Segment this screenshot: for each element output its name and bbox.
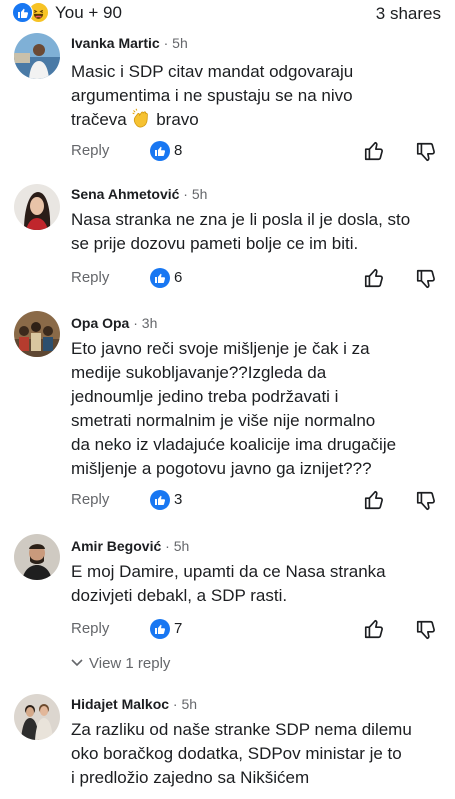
comment-text: Za razliku od naše stranke SDP nema dile… (71, 718, 447, 790)
comment-line: E moj Damire, upamti da ce Nasa stranka (71, 562, 386, 581)
like-icon (150, 141, 170, 161)
comment-line: mišljenje a pogotovu javno ga iznijet??? (71, 459, 372, 478)
avatar[interactable] (14, 694, 60, 740)
comment-line: i predložio zajedno sa Nikšićem (71, 768, 310, 787)
comment-text: E moj Damire, upamti da ce Nasa stranka … (71, 560, 447, 608)
like-count: 6 (174, 269, 183, 286)
comment-line: Eto javno reči svoje mišljenje je čak i … (71, 339, 370, 358)
comment-line: da neko iz vladajuće koalicije ima druga… (71, 435, 397, 454)
upvote-button[interactable] (363, 489, 385, 511)
shares-count[interactable]: 3 shares (376, 3, 441, 24)
upvote-button[interactable] (363, 140, 385, 162)
comment-line: smetrati normalnim je više nije normalno (71, 411, 376, 430)
avatar[interactable] (14, 311, 60, 357)
comment-line: tračeva bravo (71, 108, 447, 132)
like-count: 7 (174, 620, 183, 637)
comment-header: Opa Opa · 3h (71, 314, 157, 332)
comment-actions: Reply 7 (71, 618, 447, 642)
comment-header: Hidajet Malkoc · 5h (71, 695, 197, 713)
comment-line: Masic i SDP citav mandat odgovaraju (71, 62, 354, 81)
reaction-count: You + 90 (55, 3, 122, 22)
reply-button[interactable]: Reply (71, 620, 109, 637)
comment-time: · 3h (129, 315, 158, 331)
reaction-summary[interactable]: You + 90 (12, 2, 122, 23)
comment-line: argumentima i ne spustaju se na nivo (71, 86, 353, 105)
comment-line: jednoumlje jedino treba podržavati i (71, 387, 339, 406)
commenter-name[interactable]: Ivanka Martic (71, 35, 160, 51)
commenter-name[interactable]: Hidajet Malkoc (71, 696, 169, 712)
avatar[interactable] (14, 184, 60, 230)
like-icon (150, 619, 170, 639)
comment-line: Za razliku od naše stranke SDP nema dile… (71, 720, 412, 739)
comment-actions: Reply 6 (71, 267, 447, 291)
comment-header: Amir Begović · 5h (71, 537, 189, 555)
clapping-hands-icon (132, 108, 149, 128)
comment-time: · 5h (161, 538, 190, 554)
comment-line-text: bravo (156, 110, 199, 129)
comment-text: Nasa stranka ne zna je li posla il je do… (71, 208, 447, 256)
comment-header: Ivanka Martic · 5h (71, 34, 188, 52)
comment-text: Eto javno reči svoje mišljenje je čak i … (71, 337, 447, 481)
comment-line: se prije dozovu pameti bolje ce im biti. (71, 234, 359, 253)
reply-button[interactable]: Reply (71, 491, 109, 508)
comment-time: · 5h (169, 696, 198, 712)
downvote-button[interactable] (415, 141, 437, 163)
comment-actions: Reply 3 (71, 489, 447, 513)
commenter-name[interactable]: Sena Ahmetović (71, 186, 179, 202)
comment-line: medije sukobljavanje??Izgleda da (71, 363, 327, 382)
reply-button[interactable]: Reply (71, 269, 109, 286)
upvote-button[interactable] (363, 618, 385, 640)
like-icon (150, 268, 170, 288)
comment-text: Masic i SDP citav mandat odgovaraju argu… (71, 60, 447, 132)
comment-line: oko boračkog dodatka, SDPov ministar je … (71, 744, 402, 763)
avatar[interactable] (14, 534, 60, 580)
comment-line: Nasa stranka ne zna je li posla il je do… (71, 210, 411, 229)
downvote-button[interactable] (415, 268, 437, 290)
view-replies-link[interactable]: View 1 reply (71, 653, 170, 673)
avatar[interactable] (14, 33, 60, 79)
commenter-name[interactable]: Opa Opa (71, 315, 129, 331)
comment-header: Sena Ahmetović · 5h (71, 185, 207, 203)
reply-button[interactable]: Reply (71, 142, 109, 159)
comment-actions: Reply 8 (71, 140, 447, 164)
comment-time: · 5h (179, 186, 208, 202)
chevron-down-icon (71, 659, 83, 667)
like-count: 3 (174, 491, 183, 508)
comment-time: · 5h (159, 35, 188, 51)
upvote-button[interactable] (363, 267, 385, 289)
view-replies-label: View 1 reply (89, 654, 171, 672)
like-icon (150, 490, 170, 510)
like-reaction-icon (12, 2, 33, 23)
downvote-button[interactable] (415, 490, 437, 512)
downvote-button[interactable] (415, 619, 437, 641)
comment-line-text: tračeva (71, 110, 127, 129)
like-count: 8 (174, 142, 183, 159)
commenter-name[interactable]: Amir Begović (71, 538, 161, 554)
post-reactions-bar: You + 90 3 shares (0, 0, 455, 26)
comment-line: dozivjeti debakl, a SDP rasti. (71, 586, 288, 605)
